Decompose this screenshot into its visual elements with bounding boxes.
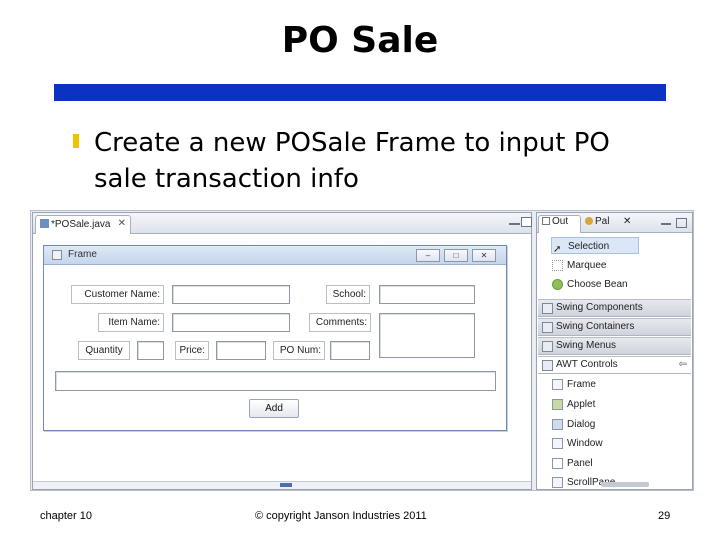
minimize-icon[interactable] [661, 223, 671, 225]
editor-pane: *POSale.java ✕ Frame – □ ✕ Customer Name… [32, 212, 532, 490]
dialog-icon [552, 419, 563, 430]
po-num-field[interactable] [330, 341, 370, 360]
footer-page-number: 29 [658, 510, 671, 522]
ide-screenshot: *POSale.java ✕ Frame – □ ✕ Customer Name… [30, 210, 694, 491]
palette-icon [585, 217, 593, 225]
tab-palette[interactable]: Pal [585, 216, 609, 227]
quantity-label[interactable]: Quantity [78, 341, 130, 360]
editor-tab-bar: *POSale.java ✕ [33, 213, 532, 234]
palette-group-awt-controls[interactable]: AWT Controls ⇦ [538, 356, 691, 374]
palette-item-label: Frame [567, 379, 596, 390]
palette-item-window[interactable]: Window [551, 435, 603, 452]
school-label[interactable]: School: [326, 285, 370, 304]
add-button[interactable]: Add [249, 399, 299, 418]
title-underline-bar [54, 84, 666, 101]
palette-item-choose-bean[interactable]: Choose Bean [551, 276, 628, 293]
footer-copyright: © copyright Janson Industries 2011 [255, 510, 427, 522]
palette-item-label: Applet [567, 399, 596, 410]
editor-tab-label: *POSale.java [51, 219, 111, 230]
minimize-icon[interactable]: – [416, 249, 440, 262]
palette-group-swing-containers[interactable]: Swing Containers [538, 318, 691, 336]
palette-group-label: Swing Containers [556, 321, 635, 332]
applet-icon [552, 399, 563, 410]
palette-item-applet[interactable]: Applet [551, 396, 595, 413]
price-label[interactable]: Price: [175, 341, 209, 360]
window-icon [552, 438, 563, 449]
frame-icon [52, 250, 62, 260]
palette-item-dialog[interactable]: Dialog [551, 416, 595, 433]
palette-group-swing-components[interactable]: Swing Components [538, 299, 691, 317]
frame-title: Frame [68, 249, 97, 260]
close-icon[interactable]: ✕ [118, 218, 126, 229]
palette-group-label: Swing Menus [556, 340, 617, 351]
item-name-field[interactable] [172, 313, 290, 332]
footer-chapter: chapter 10 [40, 510, 92, 522]
palette-pane: Out Pal ✕ ➚ Selection Marquee Choose Bean… [536, 212, 693, 490]
drawer-icon [542, 341, 553, 352]
comments-field[interactable] [379, 313, 475, 358]
editor-bottom-bar [33, 481, 531, 489]
arrow-cursor-icon: ➚ [553, 244, 562, 255]
frame-icon [552, 379, 563, 390]
palette-item-label: Marquee [567, 260, 607, 271]
palette-item-label: Window [567, 438, 603, 449]
item-name-label[interactable]: Item Name: [98, 313, 164, 332]
editor-tab[interactable]: *POSale.java ✕ [35, 215, 131, 234]
maximize-icon[interactable]: □ [444, 249, 468, 262]
customer-name-field[interactable] [172, 285, 290, 304]
po-num-label[interactable]: PO Num: [273, 341, 325, 360]
slide-title: PO Sale [281, 20, 439, 61]
java-file-icon [40, 219, 49, 228]
resize-handle[interactable] [280, 483, 292, 487]
palette-item-label: Selection [568, 241, 610, 252]
maximize-icon[interactable] [521, 217, 532, 227]
tab-outline-label: Out [552, 216, 569, 227]
price-field[interactable] [216, 341, 266, 360]
panel-icon [552, 458, 563, 469]
palette-item-label: Panel [567, 458, 593, 469]
bean-icon [552, 279, 563, 290]
minimize-icon[interactable] [509, 223, 520, 225]
tab-outline[interactable]: Out [542, 216, 568, 227]
marquee-icon [552, 260, 563, 271]
quantity-field[interactable] [137, 341, 164, 360]
customer-name-label[interactable]: Customer Name: [71, 285, 164, 304]
palette-item-label: Choose Bean [567, 279, 628, 290]
maximize-icon[interactable] [676, 218, 687, 228]
palette-group-label: AWT Controls [556, 359, 618, 370]
tab-palette-label: Pal [595, 216, 610, 227]
palette-group-label: Swing Components [556, 302, 643, 313]
frame-titlebar: Frame – □ ✕ [44, 246, 506, 265]
palette-item-marquee[interactable]: Marquee [551, 257, 606, 274]
palette-item-label: Dialog [567, 419, 596, 430]
outline-icon [542, 217, 550, 225]
drawer-icon [542, 303, 553, 314]
palette-item-panel[interactable]: Panel [551, 455, 593, 472]
drawer-icon [542, 322, 553, 333]
bullet-marker [73, 134, 79, 148]
horizontal-scrollbar[interactable] [601, 482, 649, 487]
palette-group-swing-menus[interactable]: Swing Menus [538, 337, 691, 355]
close-icon[interactable]: ✕ [623, 216, 631, 227]
palette-tab-bar: Out Pal ✕ [537, 213, 692, 233]
palette-item-frame[interactable]: Frame [551, 376, 596, 393]
scrollpane-icon [552, 477, 563, 488]
school-field[interactable] [379, 285, 475, 304]
drawer-icon [542, 360, 553, 371]
close-icon[interactable]: ✕ [472, 249, 496, 262]
palette-item-selection[interactable]: ➚ Selection [551, 237, 639, 255]
bullet-text: Create a new POSale Frame to input PO sa… [94, 128, 610, 194]
comments-label[interactable]: Comments: [309, 313, 371, 332]
output-text-field[interactable] [55, 371, 496, 391]
pin-icon[interactable]: ⇦ [679, 357, 687, 373]
frame-window[interactable]: Frame – □ ✕ Customer Name: School: Item … [43, 245, 507, 431]
